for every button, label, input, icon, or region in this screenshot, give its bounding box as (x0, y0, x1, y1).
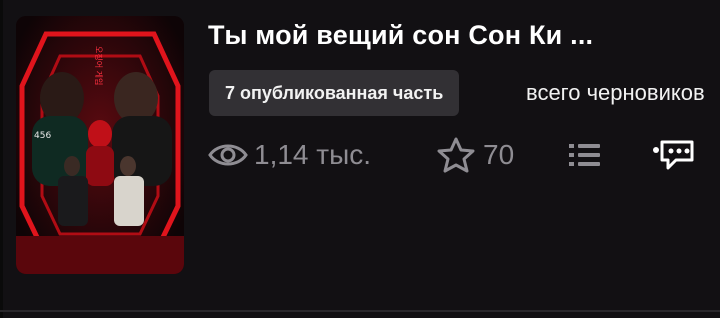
stars-count: 70 (483, 139, 515, 170)
stars-stat: 70 (437, 130, 514, 180)
eye-icon (208, 144, 248, 166)
drafts-label: всего черновиков (526, 80, 705, 105)
comment-icon (653, 140, 694, 170)
story-title[interactable]: Ты мой вещий сон Сон Ки ... (208, 20, 708, 51)
published-parts-badge: 7 опубликованная часть (209, 70, 460, 116)
table-of-contents-button[interactable] (568, 130, 602, 180)
comments-button[interactable] (652, 130, 696, 180)
cover-caption: 오징어 게임 (94, 46, 104, 85)
views-count: 1,14 тыс. (254, 139, 372, 170)
star-icon (437, 137, 475, 173)
bottom-divider (0, 310, 720, 312)
story-stats: 1,14 тыс. 70 (0, 130, 720, 180)
list-icon (569, 144, 600, 166)
views-stat: 1,14 тыс. (208, 130, 371, 180)
